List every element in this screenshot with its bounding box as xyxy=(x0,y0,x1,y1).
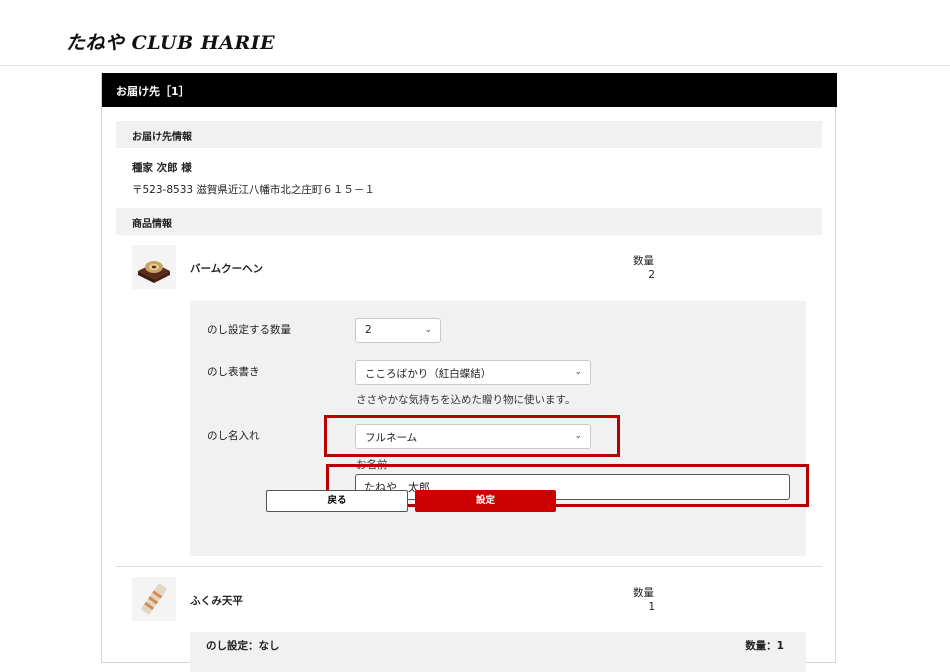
product-info-header: 商品情報 xyxy=(116,208,822,235)
back-button[interactable]: 戻る xyxy=(266,490,408,512)
noshi-summary-label: のし設定：なし xyxy=(206,640,280,652)
baumkuchen-image xyxy=(132,245,176,289)
chevron-down-icon: ⌄ xyxy=(424,325,432,335)
qty-value: 2 xyxy=(648,269,655,281)
product-name: ふくみ天平 xyxy=(190,595,243,607)
noshi-name-type-value: フルネーム xyxy=(365,432,418,444)
site-header: たねや CLUB HARIE xyxy=(0,0,950,66)
panel-title: お届け先［1］ xyxy=(102,73,837,107)
noshi-summary-qty: 数量：1 xyxy=(745,640,784,652)
noshi-title-value: こころばかり（紅白蝶結） xyxy=(365,368,492,380)
chevron-down-icon: ⌄ xyxy=(574,367,582,377)
set-button[interactable]: 設定 xyxy=(415,490,556,512)
name-field-label: お名前 xyxy=(356,459,388,471)
product-name: バームクーヘン xyxy=(190,263,264,275)
divider xyxy=(116,566,822,567)
noshi-settings-box: のし設定する数量 2 ⌄ のし表書き こころばかり（紅白蝶結） ⌄ ささやかな気… xyxy=(190,301,806,556)
noshi-title-select[interactable]: こころばかり（紅白蝶結） ⌄ xyxy=(355,360,591,385)
fukumi-tenpyo-image xyxy=(132,577,176,621)
noshi-summary: のし設定：なし 数量：1 xyxy=(190,632,806,672)
qty-value: 1 xyxy=(648,601,655,613)
noshi-name-type-select[interactable]: フルネーム ⌄ xyxy=(355,424,591,449)
chevron-down-icon: ⌄ xyxy=(574,431,582,441)
delivery-panel: お届け先［1］ お届け先情報 種家 次郎 様 〒523-8533 滋賀県近江八幡… xyxy=(101,73,837,672)
noshi-title-hint: ささやかな気持ちを込めた贈り物に使います。 xyxy=(356,394,576,406)
delivery-info-header: お届け先情報 xyxy=(116,121,822,148)
noshi-qty-select[interactable]: 2 ⌄ xyxy=(355,318,441,343)
qty-label: 数量 xyxy=(633,255,654,267)
noshi-qty-value: 2 xyxy=(365,324,372,336)
recipient-name: 種家 次郎 様 xyxy=(132,162,192,174)
site-logo[interactable]: たねや CLUB HARIE xyxy=(66,28,275,55)
noshi-qty-label: のし設定する数量 xyxy=(207,324,291,336)
noshi-title-label: のし表書き xyxy=(207,366,260,378)
qty-label: 数量 xyxy=(633,587,654,599)
noshi-name-label: のし名入れ xyxy=(207,430,260,442)
recipient-address: 〒523-8533 滋賀県近江八幡市北之庄町６１５－１ xyxy=(132,184,375,196)
